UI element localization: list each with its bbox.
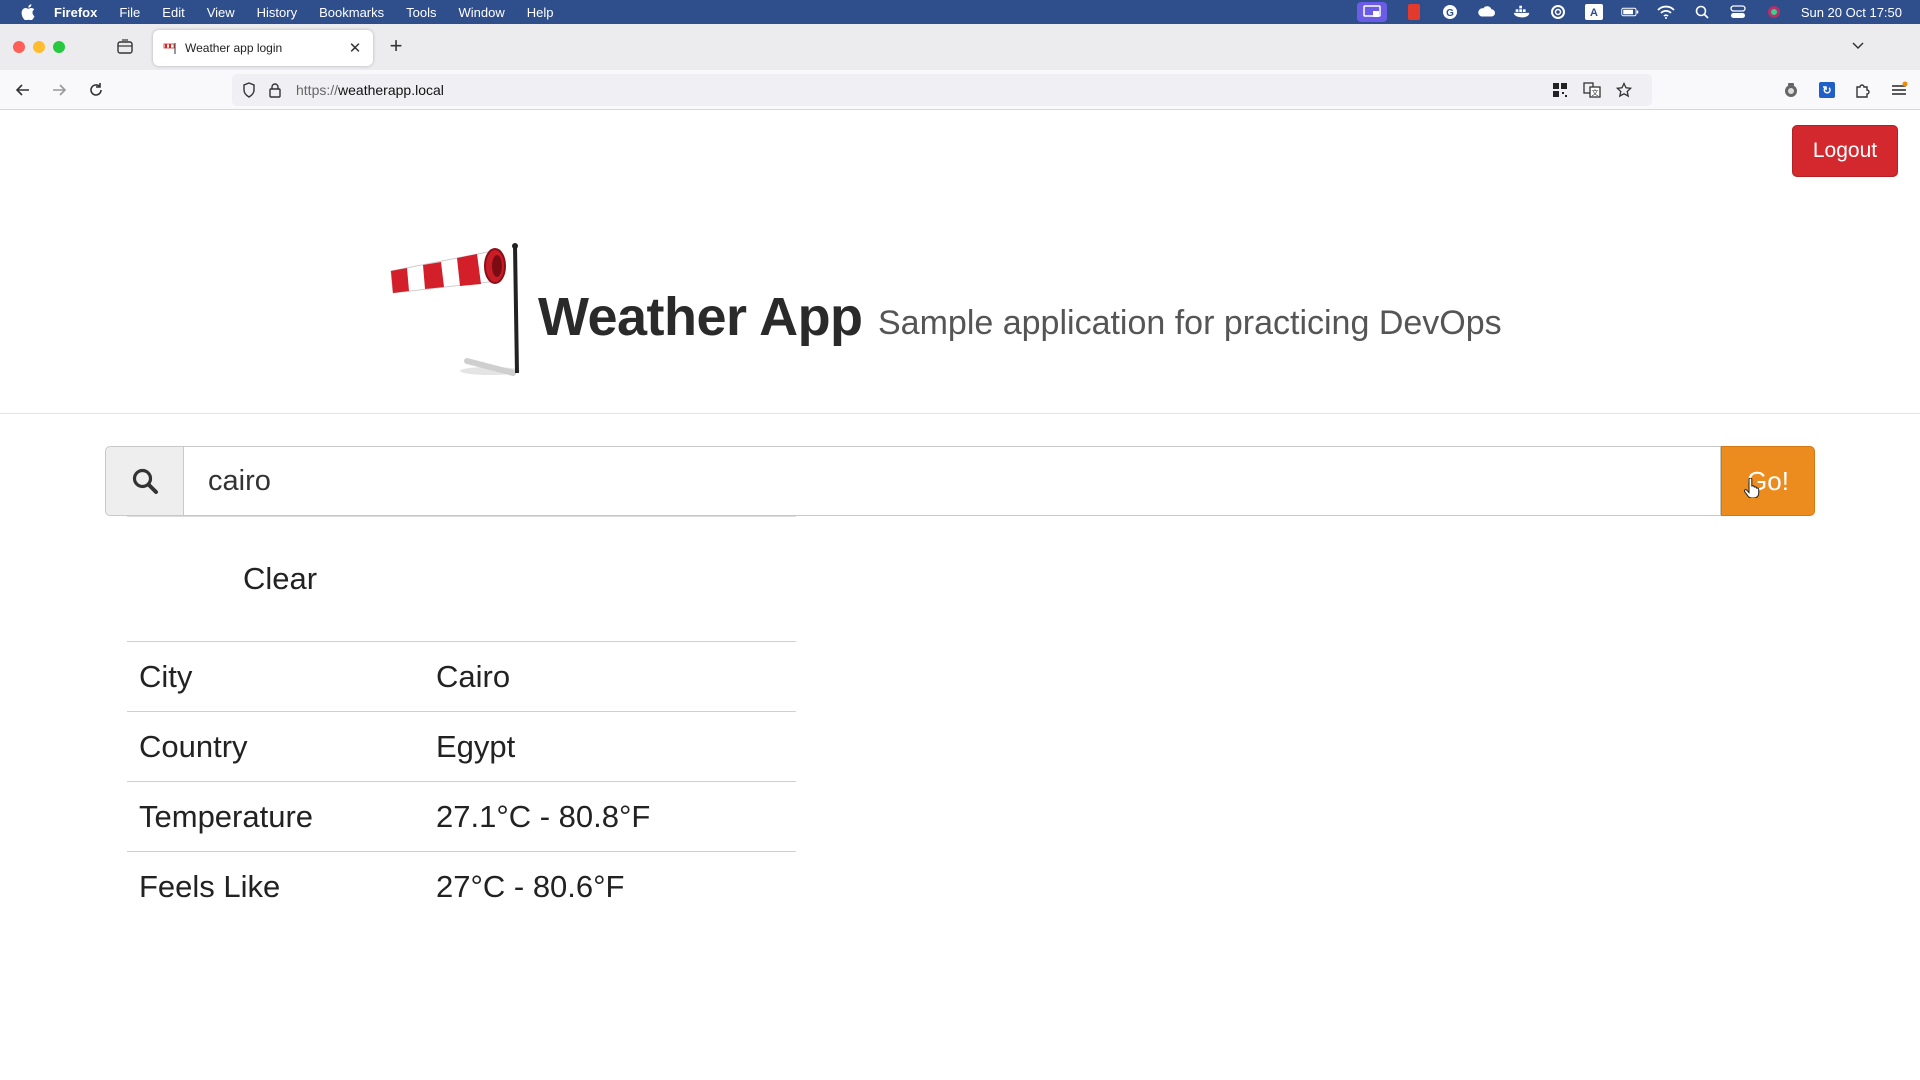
browser-nav-bar: https://weatherapp.local 文 ↻ bbox=[0, 70, 1920, 110]
grammarly-icon[interactable]: G bbox=[1441, 4, 1459, 20]
menu-history[interactable]: History bbox=[257, 5, 297, 20]
table-row-country: Country Egypt bbox=[127, 711, 796, 782]
forward-arrow-icon[interactable] bbox=[48, 79, 70, 101]
row-key: City bbox=[139, 658, 193, 694]
cloud-icon[interactable] bbox=[1477, 4, 1495, 20]
menubar-clock[interactable]: Sun 20 Oct 17:50 bbox=[1801, 5, 1902, 20]
menu-view[interactable]: View bbox=[207, 5, 235, 20]
tab-list-icon[interactable] bbox=[116, 38, 136, 56]
battery-icon[interactable] bbox=[1621, 4, 1639, 20]
weather-condition: Clear bbox=[127, 516, 796, 641]
extensions-puzzle-icon[interactable] bbox=[1852, 79, 1874, 101]
row-key: Feels Like bbox=[139, 868, 281, 904]
docker-icon[interactable] bbox=[1513, 4, 1531, 20]
row-key: Temperature bbox=[139, 798, 314, 834]
svg-text:文: 文 bbox=[1592, 88, 1599, 97]
weather-info-table: City Cairo Country Egypt Temperature 27.… bbox=[127, 641, 796, 922]
new-tab-icon[interactable]: + bbox=[386, 33, 406, 58]
web-page: Logout Weather App Sample application fo… bbox=[0, 111, 1920, 1080]
row-value: 27.1°C - 80.8°F bbox=[436, 798, 651, 834]
tab-weather-app-login[interactable]: Weather app login ✕ bbox=[153, 30, 373, 66]
apple-icon[interactable] bbox=[20, 4, 36, 20]
url-host: weatherapp.local bbox=[338, 82, 444, 98]
crescent-moon-icon bbox=[171, 561, 203, 597]
menu-file[interactable]: File bbox=[119, 5, 140, 20]
url-scheme: https:// bbox=[296, 82, 339, 98]
search-icon bbox=[105, 446, 183, 516]
input-source-label: A bbox=[1590, 7, 1598, 19]
row-value: Cairo bbox=[436, 658, 511, 694]
zoom-window-button[interactable] bbox=[53, 41, 65, 53]
translate-icon[interactable]: 文 bbox=[1582, 80, 1602, 100]
tab-title: Weather app login bbox=[185, 41, 283, 55]
url-text[interactable]: https://weatherapp.local bbox=[296, 82, 444, 98]
browser-tab-bar: Weather app login ✕ + bbox=[0, 24, 1920, 70]
table-row-temperature: Temperature 27.1°C - 80.8°F bbox=[127, 781, 796, 852]
reload-icon[interactable] bbox=[85, 79, 107, 101]
logout-button[interactable]: Logout bbox=[1792, 125, 1898, 177]
menu-app-name[interactable]: Firefox bbox=[54, 5, 97, 20]
tab-close-icon[interactable]: ✕ bbox=[347, 40, 363, 57]
qr-code-icon[interactable] bbox=[1550, 80, 1570, 100]
menu-tools[interactable]: Tools bbox=[406, 5, 436, 20]
wifi-icon[interactable] bbox=[1657, 4, 1675, 20]
menu-bookmarks[interactable]: Bookmarks bbox=[319, 5, 384, 20]
weather-result: Clear City Cairo Country Egypt Temperatu… bbox=[127, 516, 796, 922]
tracking-protection-shield-icon[interactable] bbox=[238, 80, 260, 100]
stop-record-icon[interactable] bbox=[1405, 4, 1423, 20]
extension-blue-icon[interactable]: ↻ bbox=[1816, 79, 1838, 101]
chevron-down-icon[interactable] bbox=[1850, 37, 1870, 57]
lock-icon[interactable] bbox=[264, 80, 286, 100]
bookmark-star-icon[interactable] bbox=[1614, 80, 1634, 100]
app-title: Weather App bbox=[538, 287, 863, 347]
row-value: 27°C - 80.6°F bbox=[436, 868, 625, 904]
control-center-icon[interactable] bbox=[1729, 4, 1747, 20]
extension-badge-icon[interactable] bbox=[1780, 79, 1802, 101]
creative-cloud-icon[interactable] bbox=[1549, 4, 1567, 20]
condition-text: Clear bbox=[243, 561, 318, 596]
close-window-button[interactable] bbox=[13, 41, 25, 53]
menu-window[interactable]: Window bbox=[459, 5, 505, 20]
svg-text:↻: ↻ bbox=[1822, 85, 1831, 97]
menu-edit[interactable]: Edit bbox=[162, 5, 184, 20]
menu-help[interactable]: Help bbox=[527, 5, 554, 20]
siri-icon[interactable] bbox=[1765, 4, 1783, 20]
row-value: Egypt bbox=[436, 728, 516, 764]
city-search-input[interactable] bbox=[183, 446, 1721, 516]
app-header: Weather App Sample application for pract… bbox=[0, 241, 1920, 411]
input-source-icon[interactable]: A bbox=[1584, 4, 1603, 20]
city-search-group: Go! bbox=[105, 446, 1815, 516]
spotlight-icon[interactable] bbox=[1693, 4, 1711, 20]
minimize-window-button[interactable] bbox=[33, 41, 45, 53]
windsock-logo-icon bbox=[385, 241, 525, 386]
table-row-feels-like: Feels Like 27°C - 80.6°F bbox=[127, 851, 796, 922]
address-bar[interactable]: https://weatherapp.local 文 bbox=[232, 74, 1652, 106]
back-arrow-icon[interactable] bbox=[12, 79, 34, 101]
app-subtitle: Sample application for practicing DevOps bbox=[878, 304, 1502, 342]
windsock-favicon-icon bbox=[163, 41, 177, 55]
screen-share-icon[interactable] bbox=[1356, 2, 1387, 22]
hand-cursor-icon bbox=[1743, 474, 1760, 499]
row-key: Country bbox=[139, 728, 248, 764]
hamburger-menu-icon[interactable] bbox=[1888, 79, 1910, 101]
macos-menu-bar: Firefox File Edit View History Bookmarks… bbox=[0, 0, 1920, 24]
svg-text:G: G bbox=[1446, 8, 1454, 19]
table-row-city: City Cairo bbox=[127, 641, 796, 712]
header-divider bbox=[0, 413, 1920, 414]
go-button[interactable]: Go! bbox=[1721, 446, 1815, 516]
